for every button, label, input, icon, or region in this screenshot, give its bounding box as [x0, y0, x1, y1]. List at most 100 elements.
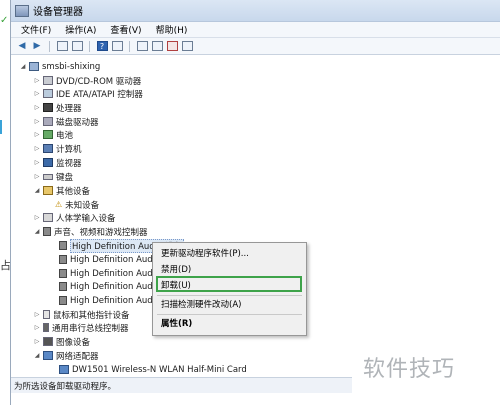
computer-icon	[29, 62, 39, 71]
expand-icon[interactable]: ▷	[33, 118, 41, 125]
status-text: 为所选设备卸载驱动程序。	[14, 381, 117, 392]
tree-item-label: 鼠标和其他指针设备	[53, 310, 130, 321]
tree-item-label: 人体学输入设备	[56, 213, 116, 224]
show-hide-console-tree-button[interactable]	[56, 41, 68, 52]
expand-icon[interactable]: ▷	[33, 324, 41, 331]
toolbar-separator	[129, 40, 130, 52]
menu-scan-hardware[interactable]: 扫描检测硬件改动(A)	[161, 298, 241, 310]
tree-item-label: 磁盘驱动器	[56, 117, 99, 128]
toolbar-separator	[89, 40, 90, 52]
menu-separator	[157, 295, 302, 296]
collapse-icon[interactable]: ◢	[33, 228, 41, 235]
tree-item[interactable]: DW1501 Wireless-N WLAN Half-Mini Card	[59, 363, 247, 376]
tree-item[interactable]: ⚠ 未知设备	[55, 198, 99, 211]
tree-item[interactable]: High Definition Audi	[59, 267, 155, 280]
desktop-edge: ✓ 占	[0, 0, 11, 405]
usb-icon	[43, 323, 49, 332]
tree-item-label: 图像设备	[56, 337, 91, 348]
menu-separator	[157, 314, 302, 315]
expand-icon[interactable]: ▷	[33, 77, 41, 84]
toolbar-separator	[49, 40, 50, 52]
device-manager-icon	[15, 4, 29, 17]
tree-item-label: High Definition Audi	[70, 281, 156, 292]
help-button[interactable]: ?	[96, 41, 108, 52]
uninstall-device-icon	[166, 41, 178, 51]
watermark: 软件技巧	[363, 357, 456, 382]
menu-update-driver[interactable]: 更新驱动程序软件(P)...	[161, 247, 249, 259]
disk-icon	[43, 117, 53, 126]
tree-item-label: 键盘	[56, 172, 74, 183]
tree-item[interactable]: High Definition Audi	[59, 280, 155, 293]
tree-item[interactable]: ◢ 其他设备	[33, 184, 90, 197]
update-driver-button[interactable]	[136, 41, 148, 52]
speaker-icon	[59, 296, 67, 305]
tree-item[interactable]: High Definition Audi	[59, 253, 155, 266]
menu-file[interactable]: 文件(F)	[14, 23, 58, 36]
expand-icon[interactable]: ▷	[33, 173, 41, 180]
tree-item[interactable]: ▷ DVD/CD-ROM 驱动器	[33, 74, 141, 87]
collapse-icon[interactable]: ◢	[33, 187, 41, 194]
tree-item[interactable]: ▷ 图像设备	[33, 335, 90, 348]
tree-item[interactable]: ▷ 键盘	[33, 170, 73, 183]
tree-item[interactable]: ▷ IDE ATA/ATAPI 控制器	[33, 87, 143, 100]
ide-icon	[43, 89, 53, 98]
menu-disable[interactable]: 禁用(D)	[161, 263, 191, 275]
context-menu: 更新驱动程序软件(P)... 禁用(D) 卸载(U) 扫描检测硬件改动(A) 属…	[152, 242, 307, 336]
other-devices-icon	[43, 186, 53, 195]
speaker-icon	[59, 241, 67, 250]
hid-icon	[43, 213, 53, 222]
device-manager-window: 设备管理器 文件(F) 操作(A) 查看(V) 帮助(H) ◀ ▶ ? ◢ sm…	[10, 0, 500, 405]
update-driver-icon	[136, 41, 148, 51]
scan-hardware-icon	[181, 41, 193, 51]
expand-icon[interactable]: ▷	[33, 145, 41, 152]
collapse-icon[interactable]: ◢	[33, 352, 41, 359]
expand-icon[interactable]: ▷	[33, 131, 41, 138]
tree-item-label: 通用串行总线控制器	[52, 323, 129, 334]
speaker-icon	[59, 255, 67, 264]
status-bar: 为所选设备卸载驱动程序。	[11, 377, 352, 393]
menu-help[interactable]: 帮助(H)	[149, 23, 195, 36]
expand-icon[interactable]: ▷	[33, 104, 41, 111]
menu-view[interactable]: 查看(V)	[103, 23, 148, 36]
back-icon[interactable]: ◀	[16, 41, 28, 52]
expand-icon[interactable]: ▷	[33, 214, 41, 221]
tree-item[interactable]: ▷ 鼠标和其他指针设备	[33, 308, 130, 321]
window-title: 设备管理器	[33, 7, 83, 18]
scan-hardware-button[interactable]	[181, 41, 193, 52]
expand-icon[interactable]: ▷	[33, 311, 41, 318]
tree-item-label: 网络适配器	[56, 351, 99, 362]
menu-properties[interactable]: 属性(R)	[161, 317, 192, 329]
tree-item[interactable]: ◢ 网络适配器	[33, 349, 99, 362]
tree-item[interactable]: ◢ 声音、视频和游戏控制器	[33, 225, 148, 238]
properties-icon	[71, 41, 83, 51]
tree-item[interactable]: High Definition Audi	[59, 294, 155, 307]
collapse-icon[interactable]: ◢	[19, 63, 27, 70]
tree-root[interactable]: ◢ smsbi-shixing	[19, 60, 101, 73]
tree-item-label: IDE ATA/ATAPI 控制器	[56, 89, 143, 100]
expand-icon[interactable]: ▷	[33, 90, 41, 97]
menu-action[interactable]: 操作(A)	[58, 23, 103, 36]
tree-item[interactable]: ▷ 监视器	[33, 156, 82, 169]
cpu-icon	[43, 103, 53, 112]
tree-item[interactable]: ▷ 磁盘驱动器	[33, 115, 99, 128]
menu-bar: 文件(F) 操作(A) 查看(V) 帮助(H)	[11, 22, 500, 38]
tree-item[interactable]: ▷ 电池	[33, 128, 73, 141]
uninstall-device-button[interactable]	[166, 41, 178, 52]
expand-icon[interactable]: ▷	[33, 159, 41, 166]
help-icon: ?	[96, 41, 108, 51]
tree-item-label: 声音、视频和游戏控制器	[54, 227, 148, 238]
disable-device-button[interactable]	[151, 41, 163, 52]
tree-item[interactable]: ▷ 人体学输入设备	[33, 211, 116, 224]
menu-uninstall[interactable]: 卸载(U)	[161, 279, 191, 291]
forward-icon[interactable]: ▶	[31, 41, 43, 52]
tree-root-label: smsbi-shixing	[42, 61, 101, 72]
tree-item-label: High Definition Audi	[70, 295, 156, 306]
properties-button[interactable]	[71, 41, 83, 52]
tree-item[interactable]: ▷ 处理器	[33, 101, 82, 114]
mouse-icon	[43, 310, 50, 319]
action-pane-button[interactable]	[111, 41, 123, 52]
tree-item[interactable]: ▷ 通用串行总线控制器	[33, 321, 129, 334]
expand-icon[interactable]: ▷	[33, 338, 41, 345]
camera-icon	[43, 337, 53, 346]
tree-item[interactable]: ▷ 计算机	[33, 142, 82, 155]
